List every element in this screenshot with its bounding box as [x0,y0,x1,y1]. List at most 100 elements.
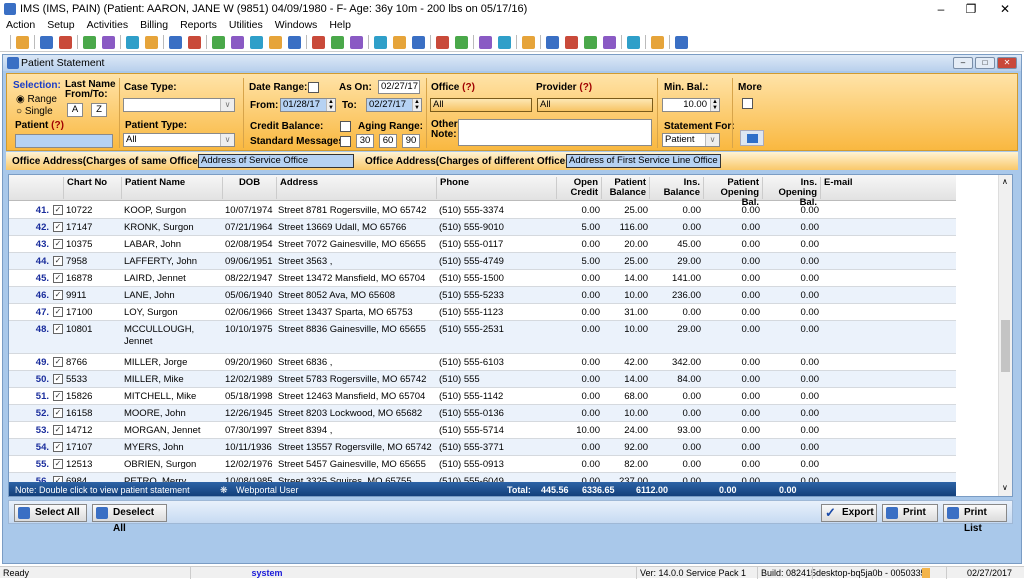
menu-windows[interactable]: Windows [269,18,324,33]
row-checkbox[interactable]: ✓ [53,425,63,435]
payment-icon[interactable] [231,35,244,49]
window-restore-button[interactable]: □ [975,57,995,69]
statement-for-dropdown[interactable]: Patient ∨ [662,133,720,147]
row-checkbox[interactable]: ✓ [53,357,63,367]
table-row[interactable]: 55. ✓ 12513 OBRIEN, Surgon 12/02/1976 Street … [9,456,956,473]
edit-form-icon[interactable] [455,35,468,49]
table-row[interactable]: 50. ✓ 5533 MILLER, Mike 12/02/1989 Street 578… [9,371,956,388]
billing-icon[interactable] [250,35,263,49]
folder-icon[interactable] [83,35,96,49]
from-date-input[interactable]: 01/28/17 ▲ ▼ [280,98,336,112]
row-checkbox[interactable]: ✓ [53,442,63,452]
claims-icon[interactable] [288,35,301,49]
schedule-icon[interactable] [331,35,344,49]
table-row[interactable]: 54. ✓ 17107 MYERS, John 10/11/1936 Street 135… [9,439,956,456]
row-checkbox[interactable]: ✓ [53,324,63,334]
row-checkbox[interactable]: ✓ [53,408,63,418]
more-checkbox[interactable] [742,98,753,109]
menu-setup[interactable]: Setup [41,18,80,33]
lastname-from-input[interactable]: A [67,103,83,117]
provider-select[interactable]: All [537,98,653,112]
credit-balance-checkbox[interactable] [340,121,351,132]
menu-activities[interactable]: Activities [81,18,134,33]
menu-reports[interactable]: Reports [174,18,223,33]
column-header[interactable]: Patient Name [121,177,223,199]
column-header[interactable]: Ins. Balance [649,177,703,199]
window-close-button[interactable]: ✕ [997,57,1017,69]
menu-utilities[interactable]: Utilities [223,18,269,33]
table-row[interactable]: 49. ✓ 8766 MILLER, Jorge 09/20/1960 Street 68… [9,354,956,371]
column-header[interactable]: Chart No [63,177,121,199]
column-header[interactable]: DOB [222,177,276,199]
table-row[interactable]: 43. ✓ 10375 LABAR, John 02/08/1954 Street 707… [9,236,956,253]
close-button[interactable]: ✕ [990,0,1020,18]
user-icon[interactable] [16,35,29,49]
to-date-input[interactable]: 02/27/17 ▲ ▼ [366,98,422,112]
minimize-button[interactable]: – [926,0,956,18]
table-row[interactable]: 53. ✓ 14712 MORGAN, Jennet 07/30/1997 Street … [9,422,956,439]
doctor-edit-icon[interactable] [59,35,72,49]
row-checkbox[interactable]: ✓ [53,374,63,384]
row-checkbox[interactable]: ✓ [53,256,63,266]
scroll-up-icon[interactable]: ∧ [1002,177,1008,186]
vertical-scrollbar[interactable]: ∧ ∨ [998,175,1012,496]
open-folder-button[interactable] [740,130,764,146]
print-button[interactable]: Print [882,504,938,522]
row-checkbox[interactable]: ✓ [53,205,63,215]
toolbar-grip[interactable] [10,35,11,49]
document-icon[interactable] [188,35,201,49]
aging-30-input[interactable]: 30 [356,134,374,148]
lock-icon[interactable] [651,35,664,49]
range-radio[interactable]: ◉ Range [16,94,57,105]
table-row[interactable]: 47. ✓ 17100 LOY, Surgon 02/06/1966 Street 134… [9,304,956,321]
table-row[interactable]: 42. ✓ 17147 KRONK, Surgon 07/21/1964 Street 1… [9,219,956,236]
calendar-icon[interactable] [312,35,325,49]
lastname-to-input[interactable]: Z [91,103,107,117]
report-icon[interactable] [169,35,182,49]
column-header[interactable]: E-mail [820,177,860,199]
row-checkbox[interactable]: ✓ [53,391,63,401]
print-preview-icon[interactable] [603,35,616,49]
restore-button[interactable]: ❐ [956,0,986,18]
patient-help-icon[interactable]: (?) [51,120,64,131]
menu-action[interactable]: Action [0,18,41,33]
scan-icon[interactable] [393,35,406,49]
row-checkbox[interactable]: ✓ [53,239,63,249]
column-header[interactable]: Patient Opening Bal. [703,177,762,208]
checklist-icon[interactable] [584,35,597,49]
table-row[interactable]: 46. ✓ 9911 LANE, John 05/06/1940 Street 8052 … [9,287,956,304]
table-row[interactable]: 52. ✓ 16158 MOORE, John 12/26/1945 Street 820… [9,405,956,422]
row-checkbox[interactable]: ✓ [53,307,63,317]
window-minimize-button[interactable]: – [953,57,973,69]
deselect-all-button[interactable]: Deselect All [92,504,167,534]
appointment-icon[interactable] [350,35,363,49]
note-edit-icon[interactable] [102,35,115,49]
print-list-button[interactable]: Print List [943,504,1007,534]
charges-icon[interactable] [269,35,282,49]
select-all-button[interactable]: Select All [14,504,87,522]
table-row[interactable]: 48. ✓ 10801 MCCULLOUGH, Jennet 10/10/1975 Str… [9,321,956,354]
same-office-address-select[interactable]: Address of Service Office [198,154,354,168]
single-radio[interactable]: ○ Single [16,106,53,117]
patient-type-dropdown[interactable]: All ∨ [123,133,235,147]
row-checkbox[interactable]: ✓ [53,273,63,283]
sync-icon[interactable] [546,35,559,49]
min-bal-input[interactable]: 10.00 ▲ ▼ [662,98,720,112]
table-row[interactable]: 45. ✓ 16878 LAIRD, Jennet 08/22/1947 Street 1… [9,270,956,287]
case-type-dropdown[interactable]: ∨ [123,98,235,112]
spinner-icon[interactable]: ▲ ▼ [412,99,421,111]
table-row[interactable]: 41. ✓ 10722 KOOP, Surgon 10/07/1974 Street 87… [9,202,956,219]
column-header[interactable]: Address [276,177,436,199]
spinner-icon[interactable]: ▲ ▼ [326,99,335,111]
clipboard-icon[interactable] [126,35,139,49]
row-checkbox[interactable]: ✓ [53,290,63,300]
column-header[interactable]: Patient Balance [601,177,649,199]
export-button[interactable]: ✓ Export [821,504,877,522]
other-note-input[interactable] [458,119,652,146]
doctor-icon[interactable] [40,35,53,49]
office-help-icon[interactable]: (?) [462,82,475,93]
id-card-icon[interactable] [522,35,535,49]
standard-messages-checkbox[interactable] [340,136,351,147]
column-header[interactable]: Phone [436,177,556,199]
row-checkbox[interactable]: ✓ [53,459,63,469]
